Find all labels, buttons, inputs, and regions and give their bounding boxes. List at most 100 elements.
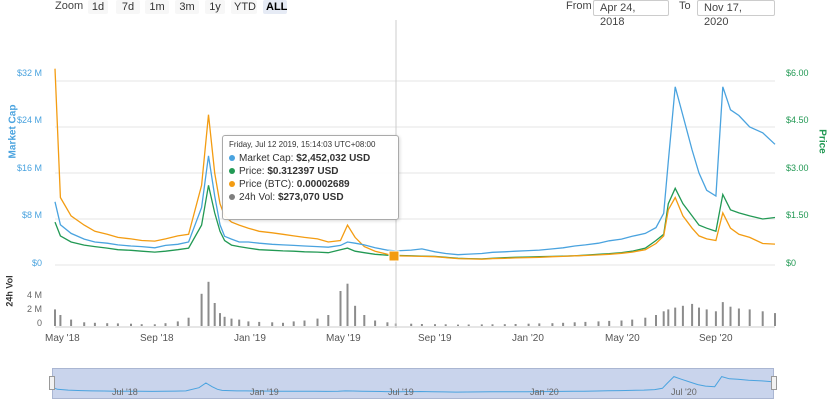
- x-axis-tick: Jan '19: [234, 333, 266, 344]
- volume-bar: [737, 308, 740, 326]
- tooltip-row-market-cap: Market Cap: $2,452,032 USD: [229, 152, 392, 165]
- navigator-tick: Jul '18: [112, 387, 138, 397]
- volume-bar: [213, 303, 216, 326]
- market-cap-dot-icon: [229, 155, 235, 162]
- price-usd-line: [54, 185, 776, 260]
- x-axis-tick: Sep '20: [699, 333, 733, 344]
- volume-bar: [491, 324, 494, 326]
- navigator-left-handle[interactable]: [49, 376, 55, 390]
- volume-bar: [573, 322, 576, 326]
- market-cap-line: [54, 86, 776, 256]
- volume-bar: [721, 302, 724, 326]
- volume-bar: [608, 320, 611, 326]
- volume-bar: [527, 323, 530, 326]
- navigator-tick: Jul '19: [388, 387, 414, 397]
- volume-bar: [207, 281, 210, 326]
- x-axis-tick: Sep '19: [418, 333, 452, 344]
- volume-bar: [303, 320, 306, 326]
- volume-bar: [662, 311, 665, 326]
- volume-bar: [223, 316, 226, 326]
- volume-bar: [480, 324, 483, 326]
- volume-bar: [714, 311, 717, 326]
- volume-bar: [410, 323, 413, 326]
- x-axis-tick: Sep '18: [140, 333, 174, 344]
- tooltip-value: $0.312397 USD: [267, 166, 339, 177]
- volume-bar: [130, 323, 132, 326]
- volume-bar: [59, 315, 62, 326]
- volume-bar: [83, 322, 86, 326]
- volume-bar: [176, 321, 179, 326]
- volume-bar: [691, 303, 694, 326]
- volume-bar: [584, 321, 587, 326]
- volume-bar: [292, 321, 295, 326]
- tooltip-row-price-btc: Price (BTC): 0.00002689: [229, 178, 392, 191]
- volume-bar: [327, 315, 330, 326]
- tooltip-label: Price (BTC):: [239, 179, 294, 190]
- volume-bar: [164, 323, 167, 326]
- volume-bar: [774, 313, 776, 326]
- volume-bar: [457, 324, 459, 326]
- volume-bar: [230, 318, 233, 326]
- volume-bar: [200, 293, 203, 326]
- tooltip-row-price: Price: $0.312397 USD: [229, 165, 392, 178]
- volume-bar: [562, 322, 565, 326]
- volume-bar: [444, 324, 447, 326]
- volume-bar: [434, 324, 436, 326]
- navigator-tick: Jan '19: [250, 387, 279, 397]
- volume-bar: [655, 315, 657, 326]
- tooltip-label: 24h Vol:: [239, 192, 276, 203]
- x-axis-tick: May '19: [326, 333, 361, 344]
- price-btc-line: [54, 68, 776, 260]
- grid-lines: [55, 80, 775, 328]
- volume-bar: [93, 322, 96, 326]
- volume-bar: [467, 324, 470, 326]
- price-chart[interactable]: [0, 0, 830, 345]
- x-axis-tick: May '20: [605, 333, 640, 344]
- volume-bar: [538, 323, 541, 326]
- volume-bar: [282, 322, 284, 326]
- volume-bar: [339, 291, 342, 326]
- tooltip-date: Friday, Jul 12 2019, 15:14:03 UTC+08:00: [229, 140, 376, 149]
- volume-bars: [54, 281, 776, 326]
- hover-marker: [388, 250, 400, 262]
- volume-bar: [271, 322, 274, 326]
- tooltip-label: Price:: [239, 166, 265, 177]
- volume-bar: [70, 319, 73, 326]
- volume-bar: [346, 283, 349, 326]
- volume-bar: [420, 324, 423, 326]
- volume-bar: [187, 317, 190, 326]
- volume-bar: [620, 320, 623, 326]
- volume-bar: [54, 309, 56, 326]
- volume-bar: [698, 307, 700, 326]
- volume-bar: [374, 320, 377, 326]
- price-btc-dot-icon: [229, 181, 235, 188]
- volume-bar: [106, 323, 109, 326]
- navigator-right-handle[interactable]: [771, 376, 777, 390]
- volume-bar: [247, 321, 250, 326]
- volume-bar: [116, 323, 119, 326]
- volume-bar: [674, 307, 677, 326]
- volume-bar: [729, 306, 732, 326]
- data-tooltip: Friday, Jul 12 2019, 15:14:03 UTC+08:00 …: [222, 135, 399, 220]
- series-lines: [54, 68, 776, 260]
- volume-bar: [363, 315, 366, 326]
- volume-bar: [238, 319, 241, 326]
- volume-bar: [761, 311, 764, 326]
- volume-bar: [748, 309, 751, 326]
- volume-bar: [681, 305, 684, 326]
- volume-bar: [667, 309, 670, 326]
- tooltip-value: $2,452,032 USD: [296, 153, 371, 164]
- tooltip-value: 0.00002689: [296, 179, 350, 190]
- tooltip-value: $273,070 USD: [277, 192, 344, 203]
- volume-bar: [354, 305, 357, 326]
- volume-bar: [219, 313, 221, 326]
- x-axis-tick: May '18: [45, 333, 80, 344]
- tooltip-row-volume: 24h Vol: $273,070 USD: [229, 191, 392, 204]
- volume-bar: [514, 324, 517, 326]
- volume-bar: [316, 318, 319, 326]
- navigator-tick: Jul '20: [671, 387, 697, 397]
- volume-dot-icon: [229, 194, 235, 201]
- volume-bar: [503, 324, 506, 326]
- tooltip-label: Market Cap:: [239, 153, 294, 164]
- volume-bar: [551, 323, 554, 326]
